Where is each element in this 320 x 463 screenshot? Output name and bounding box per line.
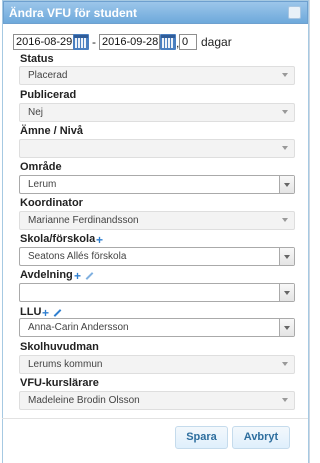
divider [309,0,310,463]
chevron-down-icon[interactable] [279,284,294,301]
avdelning-label: Avdelning [20,269,73,281]
chevron-down-icon [282,398,288,402]
chevron-down-icon [282,73,288,77]
avdelning-select[interactable] [19,283,295,302]
chevron-down-icon[interactable] [279,319,294,336]
close-icon[interactable] [288,6,301,19]
koordinator-value: Marianne Ferdinandsson [28,215,139,226]
omrade-label: Område [20,161,62,173]
plus-icon[interactable]: + [42,307,49,319]
koordinator-label: Koordinator [20,197,83,209]
kurslarare-value: Madeleine Brodin Olsson [28,395,140,406]
omrade-value: Lerum [28,179,57,190]
publicerad-select[interactable]: Nej [19,103,295,122]
days-input[interactable]: 0 [179,34,197,50]
chevron-down-icon [282,362,288,366]
status-value: Placerad [28,70,68,81]
llu-select[interactable]: Anna-Carin Andersson [19,318,295,337]
date-range-row: 2016-08-29 - 2016-09-28 , 0 dagar [13,34,303,50]
calendar-icon[interactable] [73,34,89,50]
amne-label: Ämne / Nivå [20,125,83,137]
status-label: Status [20,53,54,65]
chevron-down-icon [282,218,288,222]
chevron-down-icon [282,146,288,150]
dialog-title: Ändra VFU för student [9,6,137,20]
amne-select[interactable] [19,139,295,158]
dialog-titlebar[interactable]: Ändra VFU för student [3,1,308,24]
publicerad-value: Nej [28,107,44,118]
date-separator: - [92,35,96,49]
omrade-select[interactable]: Lerum [19,175,295,194]
kurslarare-select[interactable]: Madeleine Brodin Olsson [19,391,295,410]
skolhuvudman-label: Skolhuvudman [20,341,99,353]
days-label: dagar [201,35,232,49]
start-date-input[interactable]: 2016-08-29 [13,34,74,50]
end-date-input[interactable]: 2016-09-28 [99,34,160,50]
save-button[interactable]: Spara [175,426,228,449]
skola-value: Seatons Allés förskola [28,251,127,262]
skola-select[interactable]: Seatons Allés förskola [19,247,295,266]
kurslarare-label: VFU-kurslärare [20,377,99,389]
chevron-down-icon[interactable] [279,176,294,193]
koordinator-select[interactable]: Marianne Ferdinandsson [19,211,295,230]
publicerad-label: Publicerad [20,89,77,101]
chevron-down-icon[interactable] [279,248,294,265]
cancel-button[interactable]: Avbryt [232,426,290,449]
plus-icon[interactable]: + [96,234,103,246]
chevron-down-icon [282,110,288,114]
skola-label: Skola/förskola [20,233,96,245]
llu-value: Anna-Carin Andersson [28,322,129,333]
status-select[interactable]: Placerad [19,66,295,85]
llu-label: LLU [20,306,42,318]
skolhuvudman-value: Lerums kommun [28,359,103,370]
plus-icon[interactable]: + [74,270,81,282]
skolhuvudman-select[interactable]: Lerums kommun [19,355,295,374]
calendar-icon[interactable] [160,34,176,50]
